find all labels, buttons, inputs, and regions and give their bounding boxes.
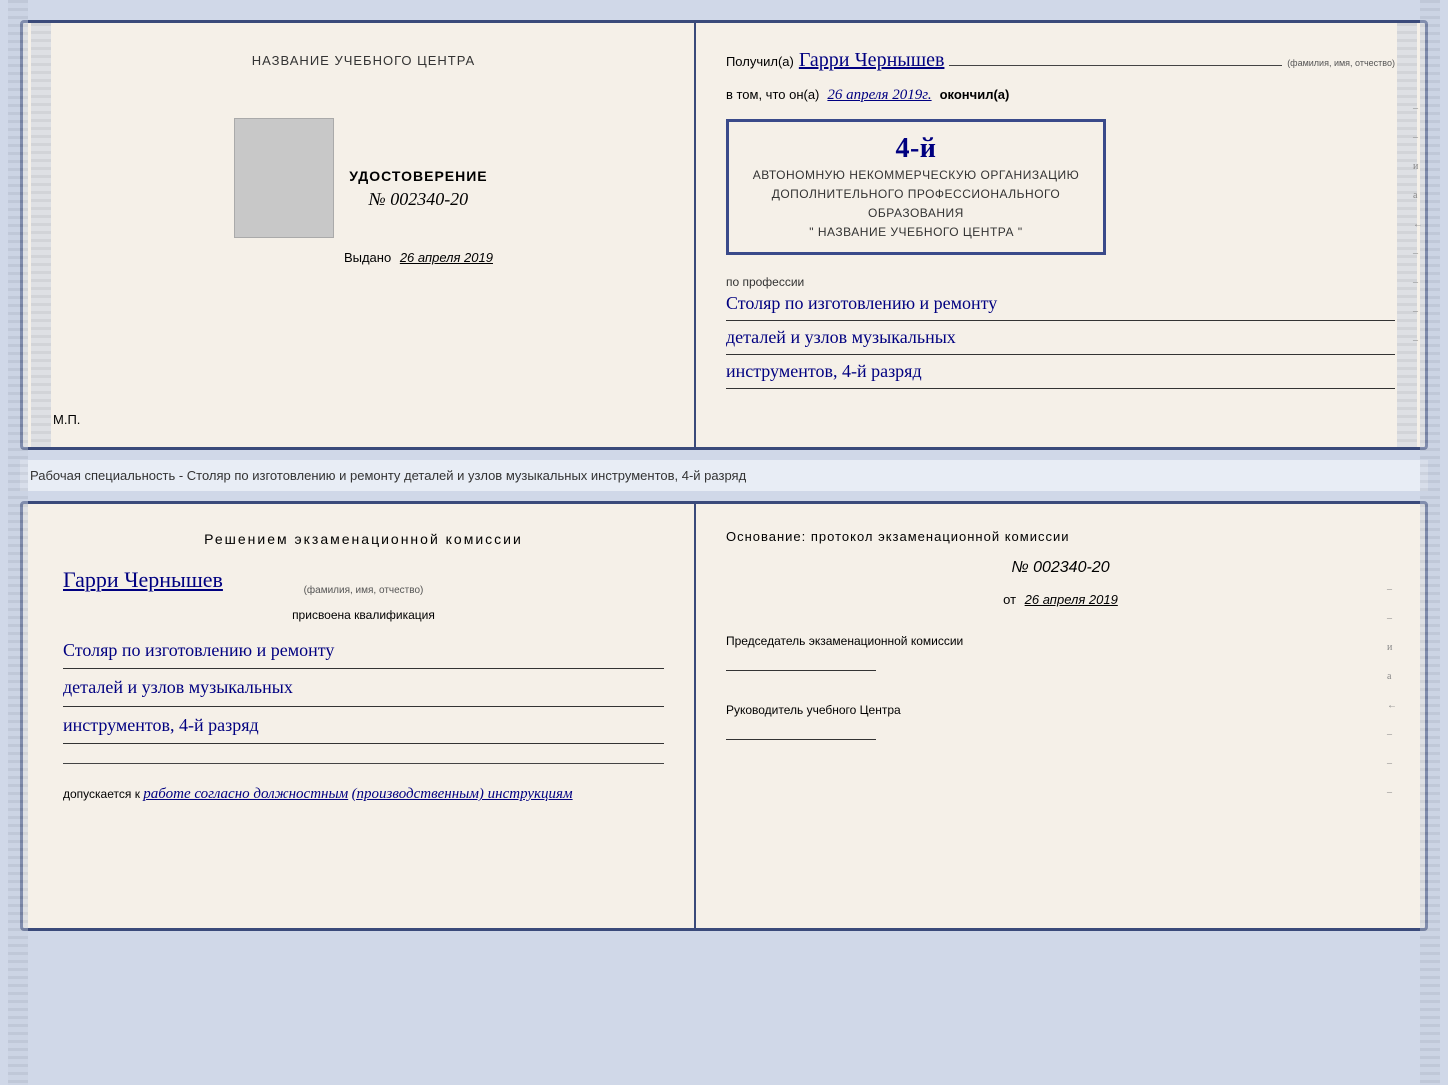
prisvoena-text: присвоена квалификация	[63, 608, 664, 622]
top-document: НАЗВАНИЕ УЧЕБНОГО ЦЕНТРА УДОСТОВЕРЕНИЕ №…	[20, 20, 1428, 450]
title-heading: НАЗВАНИЕ УЧЕБНОГО ЦЕНТРА	[252, 53, 475, 68]
recipient-name: Гарри Чернышев	[799, 48, 945, 72]
vydano-label: Выдано	[344, 250, 391, 265]
profession-line1: Столяр по изготовлению и ремонту	[726, 289, 1395, 321]
chairman-section: Председатель экзаменационной комиссии	[726, 632, 1395, 676]
bottom-right: Основание: протокол экзаменационной коми…	[696, 504, 1425, 928]
vtom-date: 26 апреля 2019г.	[827, 87, 931, 104]
separator-label: Рабочая специальность - Столяр по изгото…	[20, 460, 1428, 491]
stamp-line2: ДОПОЛНИТЕЛЬНОГО ПРОФЕССИОНАЛЬНОГО ОБРАЗО…	[744, 185, 1088, 223]
page-wrapper: НАЗВАНИЕ УЧЕБНОГО ЦЕНТРА УДОСТОВЕРЕНИЕ №…	[20, 20, 1428, 931]
director-section: Руководитель учебного Центра	[726, 701, 1395, 745]
udost-number: № 002340-20	[349, 189, 487, 210]
separator-text: Рабочая специальность - Столяр по изгото…	[30, 468, 746, 483]
left-text-section: УДОСТОВЕРЕНИЕ № 002340-20 Выдано 26 апре…	[344, 108, 493, 265]
profession-hw: Столяр по изготовлению и ремонту деталей…	[726, 289, 1395, 388]
photo-placeholder	[234, 118, 334, 238]
doc-left: НАЗВАНИЕ УЧЕБНОГО ЦЕНТРА УДОСТОВЕРЕНИЕ №…	[23, 23, 696, 447]
bottom-binding-left	[8, 0, 28, 1085]
qual-line3: инструментов, 4-й разряд	[63, 709, 664, 744]
udost-section: УДОСТОВЕРЕНИЕ № 002340-20	[349, 168, 487, 210]
mark-b5: –	[1387, 787, 1397, 798]
dopusk-text-content: (производственным) инструкциям	[352, 786, 573, 802]
name-section: Гарри Чернышев (фамилия, имя, отчество)	[63, 562, 664, 596]
ot-date-value: 26 апреля 2019	[1025, 592, 1118, 607]
mark-bi: и	[1387, 642, 1397, 653]
ot-date-section: от 26 апреля 2019	[726, 592, 1395, 607]
chairman-title: Председатель экзаменационной комиссии	[726, 632, 1395, 650]
mark-b3: –	[1387, 729, 1397, 740]
stamp-line3: " НАЗВАНИЕ УЧЕБНОГО ЦЕНТРА "	[744, 223, 1088, 242]
recipient-underline	[949, 65, 1282, 66]
po-professii-label: по профессии	[726, 275, 1395, 289]
qual-line2: деталей и узлов музыкальных	[63, 671, 664, 706]
mark-barrow: ←	[1387, 700, 1397, 711]
vydano-section: Выдано 26 апреля 2019	[344, 250, 493, 265]
dopusk-prefix: допускается к	[63, 787, 140, 801]
profession-line2: деталей и узлов музыкальных	[726, 323, 1395, 355]
bottom-document: Решением экзаменационной комиссии Гарри …	[20, 501, 1428, 931]
vydano-date: 26 апреля 2019	[400, 250, 493, 265]
mark-b2: –	[1387, 613, 1397, 624]
mp-label: М.П.	[53, 412, 80, 427]
bottom-right-marks: – – и а ← – – –	[1387, 584, 1397, 798]
chairman-line	[726, 670, 876, 671]
stamp-box: 4-й АВТОНОМНУЮ НЕКОММЕРЧЕСКУЮ ОРГАНИЗАЦИ…	[726, 119, 1106, 255]
ot-label: от	[1003, 592, 1016, 607]
poluchil-label: Получил(а)	[726, 54, 794, 69]
mark-b4: –	[1387, 758, 1397, 769]
left-photo-area: УДОСТОВЕРЕНИЕ № 002340-20 Выдано 26 апре…	[234, 108, 493, 265]
protocol-number: № 002340-20	[726, 559, 1395, 577]
bottom-binding-right	[1420, 0, 1440, 1085]
fio-note: (фамилия, имя, отчество)	[1287, 58, 1395, 68]
dopusk-text: работе согласно должностным	[143, 786, 348, 802]
okoncil-label: окончил(а)	[940, 87, 1010, 102]
bottom-left: Решением экзаменационной комиссии Гарри …	[23, 504, 696, 928]
doc-right: Получил(а) Гарри Чернышев (фамилия, имя,…	[696, 23, 1425, 447]
vtom-line: в том, что он(а) 26 апреля 2019г. окончи…	[726, 87, 1395, 104]
profession-line3: инструментов, 4-й разряд	[726, 357, 1395, 389]
osnovanie-text: Основание: протокол экзаменационной коми…	[726, 529, 1395, 544]
vtom-prefix: в том, что он(а)	[726, 87, 819, 102]
po-professii-section: по профессии Столяр по изготовлению и ре…	[726, 270, 1395, 390]
mark-ba: а	[1387, 671, 1397, 682]
stamp-line1: АВТОНОМНУЮ НЕКОММЕРЧЕСКУЮ ОРГАНИЗАЦИЮ	[744, 166, 1088, 185]
qual-line1: Столяр по изготовлению и ремонту	[63, 634, 664, 669]
udost-title: УДОСТОВЕРЕНИЕ	[349, 168, 487, 184]
mark-b1: –	[1387, 584, 1397, 595]
dopusk-line: допускается к работе согласно должностны…	[63, 786, 664, 803]
recipient-line: Получил(а) Гарри Чернышев (фамилия, имя,…	[726, 48, 1395, 72]
director-line	[726, 739, 876, 740]
resheniem-heading: Решением экзаменационной комиссии	[63, 529, 664, 550]
empty-underline	[63, 763, 664, 764]
director-title: Руководитель учебного Центра	[726, 701, 1395, 719]
stamp-number: 4-й	[744, 132, 1088, 166]
qualification-lines: Столяр по изготовлению и ремонту деталей…	[63, 634, 664, 746]
